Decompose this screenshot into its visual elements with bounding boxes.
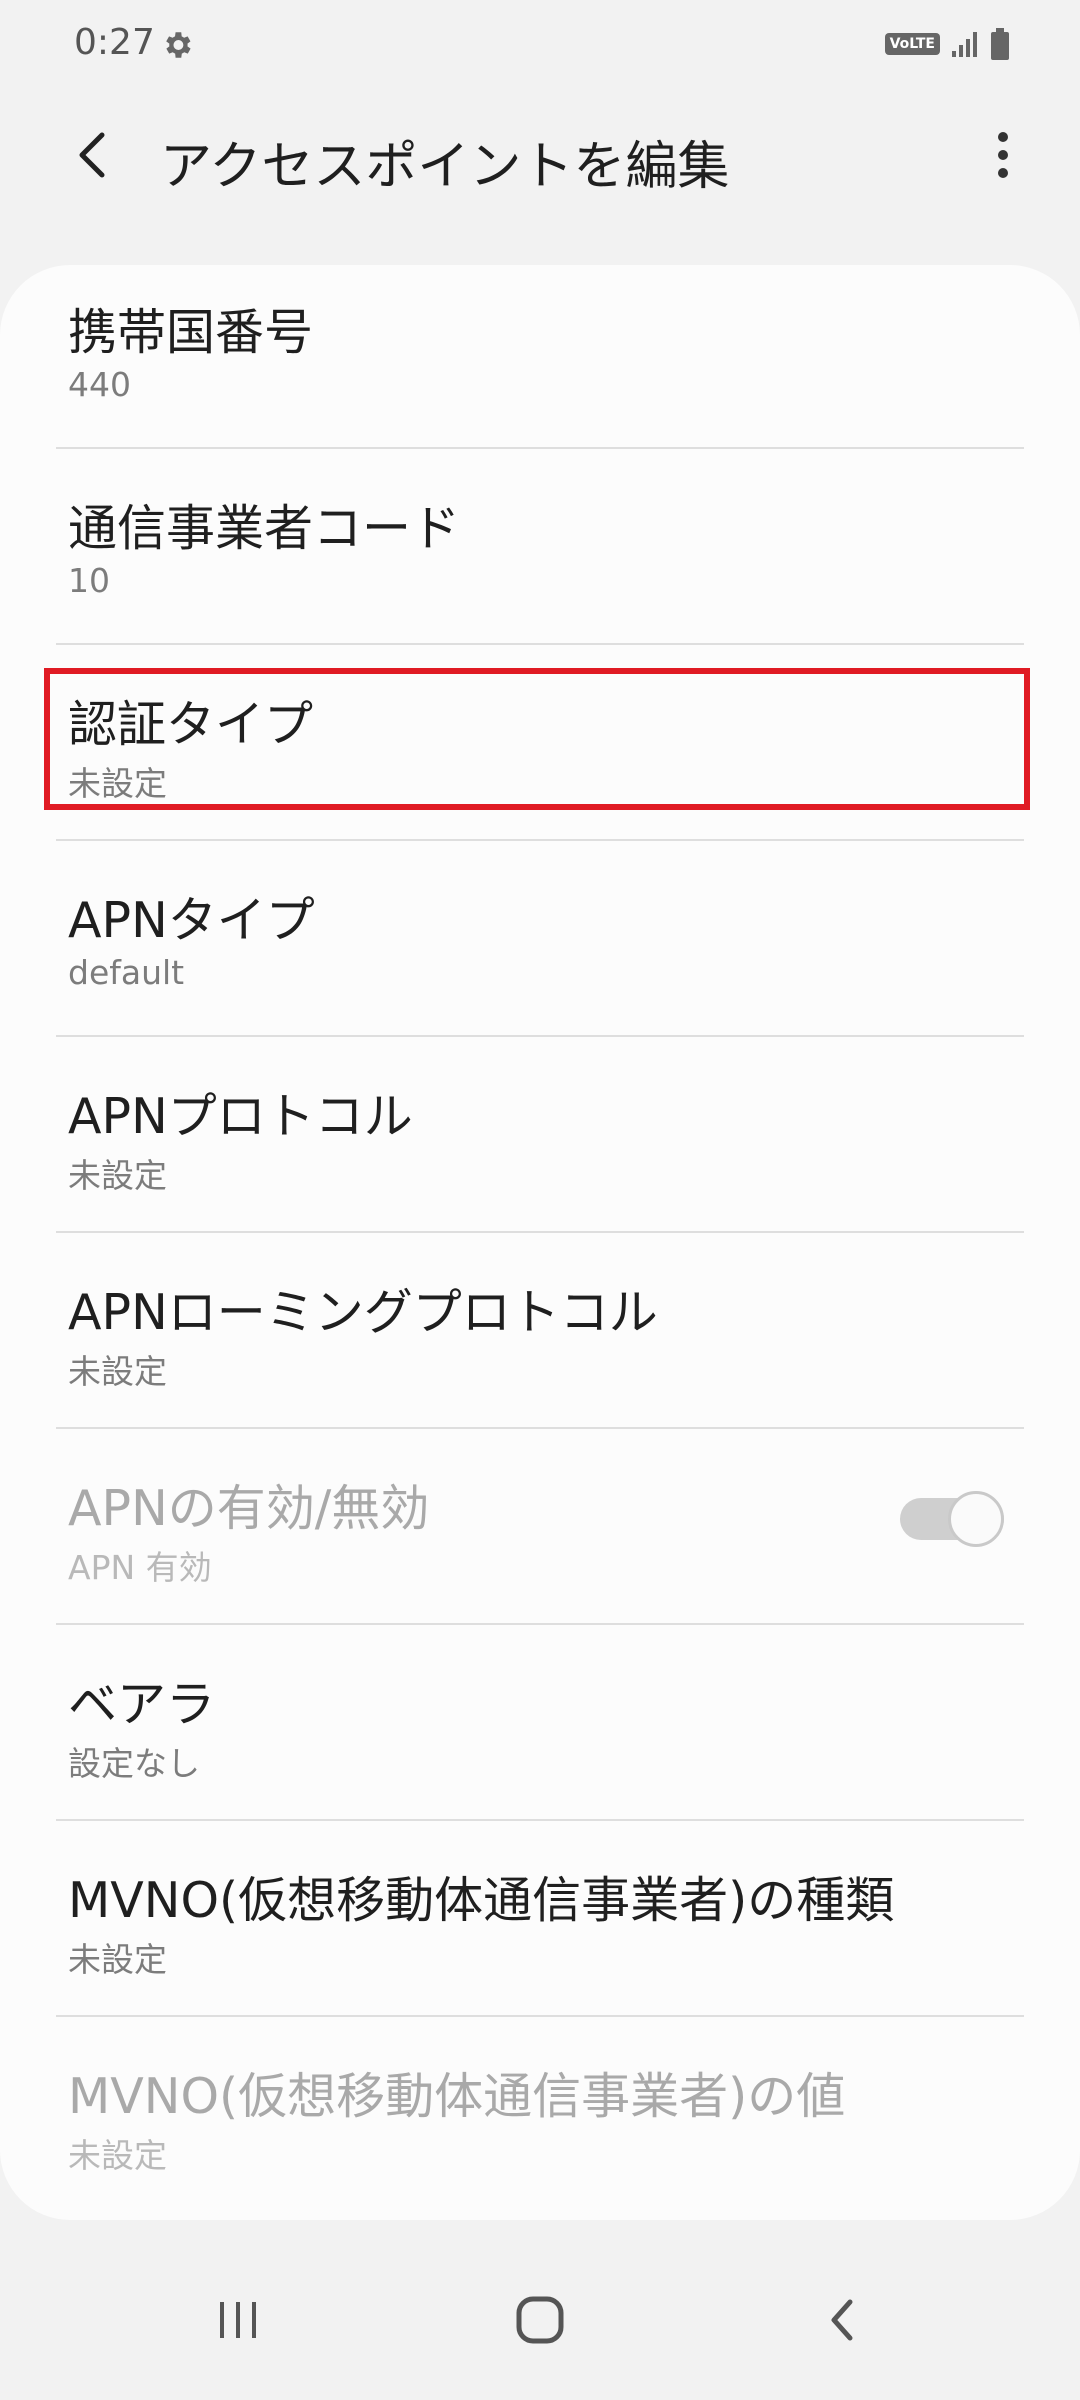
- battery-icon: [991, 28, 1009, 60]
- status-time: 0:27: [74, 22, 155, 63]
- divider: [56, 1623, 1024, 1625]
- item-title: APNタイプ: [68, 892, 315, 949]
- gear-icon: [166, 32, 191, 58]
- list-item-apn-type[interactable]: APNタイプ default: [0, 853, 1080, 1049]
- back-icon: [831, 2299, 853, 2341]
- list-item-apn-protocol[interactable]: APNプロトコル 未設定: [0, 1049, 1080, 1245]
- recent-apps-icon: [220, 2302, 256, 2338]
- home-icon: [516, 2296, 564, 2344]
- back-button[interactable]: [62, 122, 122, 188]
- divider: [56, 1427, 1024, 1429]
- more-vert-icon: [998, 132, 1008, 178]
- item-title: APNローミングプロトコル: [68, 1284, 658, 1341]
- item-title: MVNO(仮想移動体通信事業者)の値: [68, 2068, 846, 2125]
- item-title: MVNO(仮想移動体通信事業者)の種類: [68, 1872, 895, 1929]
- item-value: 440: [68, 365, 131, 404]
- divider: [56, 839, 1024, 841]
- home-button[interactable]: [500, 2280, 580, 2360]
- status-bar: 0:27 VoLTE: [0, 0, 1080, 90]
- highlight-box: [44, 668, 1030, 810]
- item-title: 携帯国番号: [68, 304, 314, 361]
- divider: [56, 643, 1024, 645]
- item-value: 未設定: [68, 1940, 167, 1979]
- settings-list: 携帯国番号 440 通信事業者コード 10 認証タイプ 未設定 APNタイプ d…: [0, 265, 1080, 2220]
- status-icons: VoLTE: [884, 28, 1010, 60]
- item-value: default: [68, 953, 185, 992]
- list-item-bearer[interactable]: ベアラ 設定なし: [0, 1637, 1080, 1833]
- list-item-mcc[interactable]: 携帯国番号 440: [0, 265, 1080, 461]
- item-value: 未設定: [68, 2136, 167, 2175]
- back-arrow-icon: [79, 132, 105, 178]
- list-item-mvno-type[interactable]: MVNO(仮想移動体通信事業者)の種類 未設定: [0, 1833, 1080, 2029]
- item-value: APN 有効: [68, 1548, 212, 1587]
- list-item-apn-enable[interactable]: APNの有効/無効 APN 有効: [0, 1441, 1080, 1637]
- item-value: 未設定: [68, 1352, 167, 1391]
- divider: [56, 1231, 1024, 1233]
- recent-apps-button[interactable]: [198, 2280, 278, 2360]
- signal-icon: [952, 32, 977, 57]
- divider: [56, 2015, 1024, 2017]
- item-title: APNプロトコル: [68, 1088, 413, 1145]
- apn-enable-toggle[interactable]: [900, 1491, 1004, 1547]
- list-item-apn-roaming-protocol[interactable]: APNローミングプロトコル 未設定: [0, 1245, 1080, 1441]
- item-value: 10: [68, 561, 110, 600]
- item-title: APNの有効/無効: [68, 1480, 430, 1537]
- app-bar: アクセスポイントを編集: [0, 110, 1080, 200]
- list-item-mnc[interactable]: 通信事業者コード 10: [0, 461, 1080, 657]
- item-value: 設定なし: [68, 1744, 200, 1783]
- more-options-button[interactable]: [978, 122, 1028, 188]
- divider: [56, 1035, 1024, 1037]
- item-title: 通信事業者コード: [68, 500, 461, 557]
- item-value: 未設定: [68, 1156, 167, 1195]
- toggle-thumb: [948, 1491, 1004, 1547]
- navigation-bar: [0, 2240, 1080, 2400]
- list-item-mvno-value[interactable]: MVNO(仮想移動体通信事業者)の値 未設定: [0, 2029, 1080, 2220]
- nav-back-button[interactable]: [802, 2280, 882, 2360]
- divider: [56, 447, 1024, 449]
- item-title: ベアラ: [68, 1676, 216, 1733]
- page-title: アクセスポイントを編集: [160, 137, 730, 197]
- volte-badge: VoLTE: [884, 33, 940, 55]
- divider: [56, 1819, 1024, 1821]
